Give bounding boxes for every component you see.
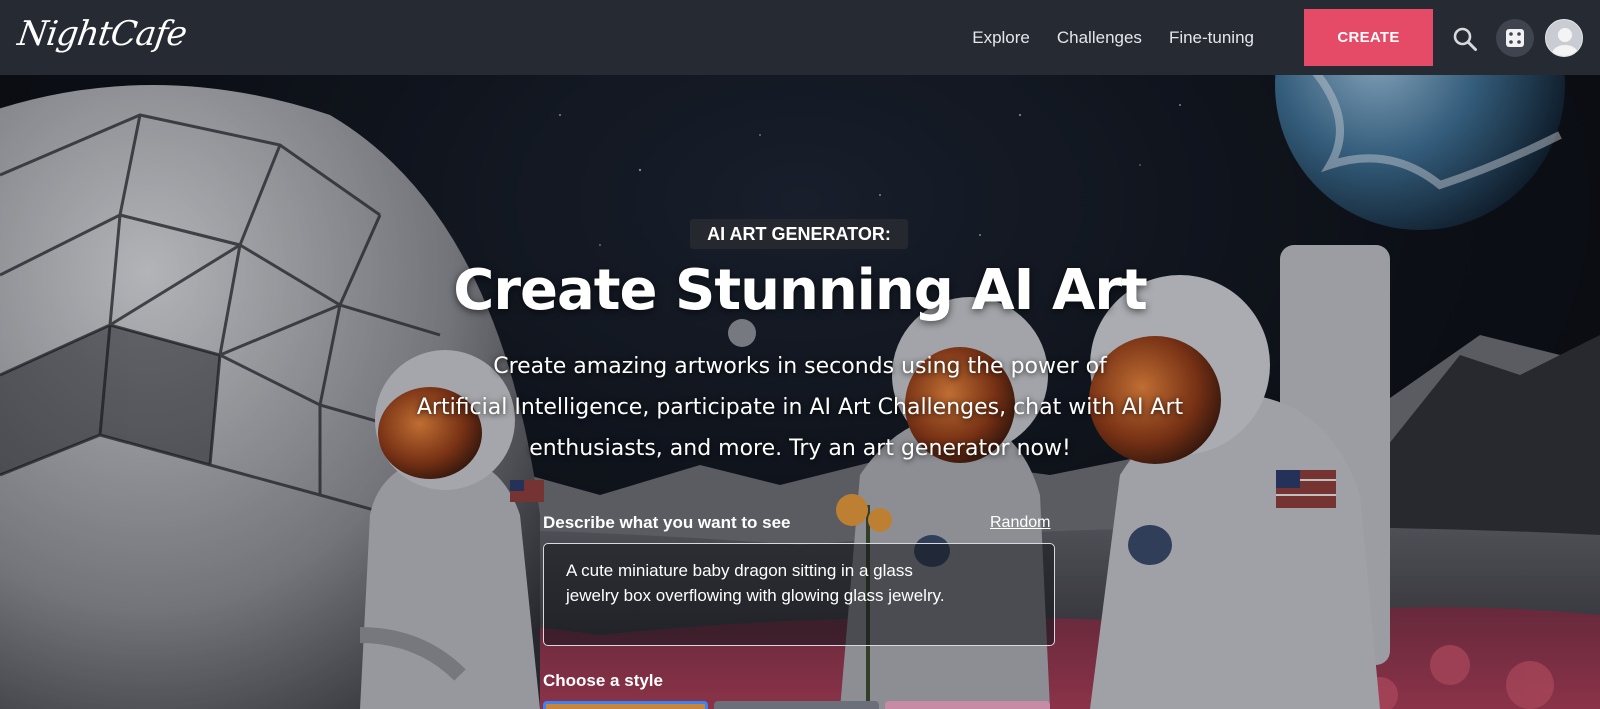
user-avatar[interactable] <box>1545 19 1583 57</box>
nav-challenges[interactable]: Challenges <box>1057 28 1142 48</box>
random-dice-button[interactable] <box>1496 19 1534 57</box>
style-thumbnails <box>543 701 1050 709</box>
hero-subtitle-line: enthusiasts, and more. Try an art genera… <box>529 436 1071 461</box>
nightcafe-logo[interactable]: NightCafe <box>15 14 189 54</box>
hero-subtitle-line: Artificial Intelligence, participate in … <box>416 395 1184 420</box>
prompt-textarea[interactable]: A cute miniature baby dragon sitting in … <box>543 543 1055 646</box>
nav-fine-tuning[interactable]: Fine-tuning <box>1169 28 1254 48</box>
hero-subtitle-line: Create amazing artworks in seconds using… <box>493 354 1107 379</box>
nav-links: Explore Challenges Fine-tuning <box>972 0 1254 75</box>
style-thumbnail[interactable] <box>543 701 708 709</box>
dice-icon <box>1506 29 1524 47</box>
prompt-text-line: A cute miniature baby dragon sitting in … <box>566 561 913 580</box>
default-user-icon <box>1546 20 1582 56</box>
style-label: Choose a style <box>543 671 663 690</box>
hero-title: Create Stunning AI Art <box>453 258 1147 323</box>
style-thumbnail[interactable] <box>714 701 879 709</box>
top-navbar: NightCafe Explore Challenges Fine-tuning… <box>0 0 1600 75</box>
hero-subtitle: Create amazing artworks in seconds using… <box>340 346 1260 469</box>
prompt-text-line: jewelry box overflowing with glowing gla… <box>566 586 945 605</box>
nav-explore[interactable]: Explore <box>972 28 1030 48</box>
hero-badge: AI ART GENERATOR: <box>690 219 908 249</box>
style-thumbnail[interactable] <box>885 701 1050 709</box>
create-button[interactable]: CREATE <box>1304 9 1433 66</box>
random-prompt-link[interactable]: Random <box>990 514 1050 532</box>
prompt-label: Describe what you want to see <box>543 513 791 532</box>
search-icon[interactable] <box>1452 26 1478 52</box>
